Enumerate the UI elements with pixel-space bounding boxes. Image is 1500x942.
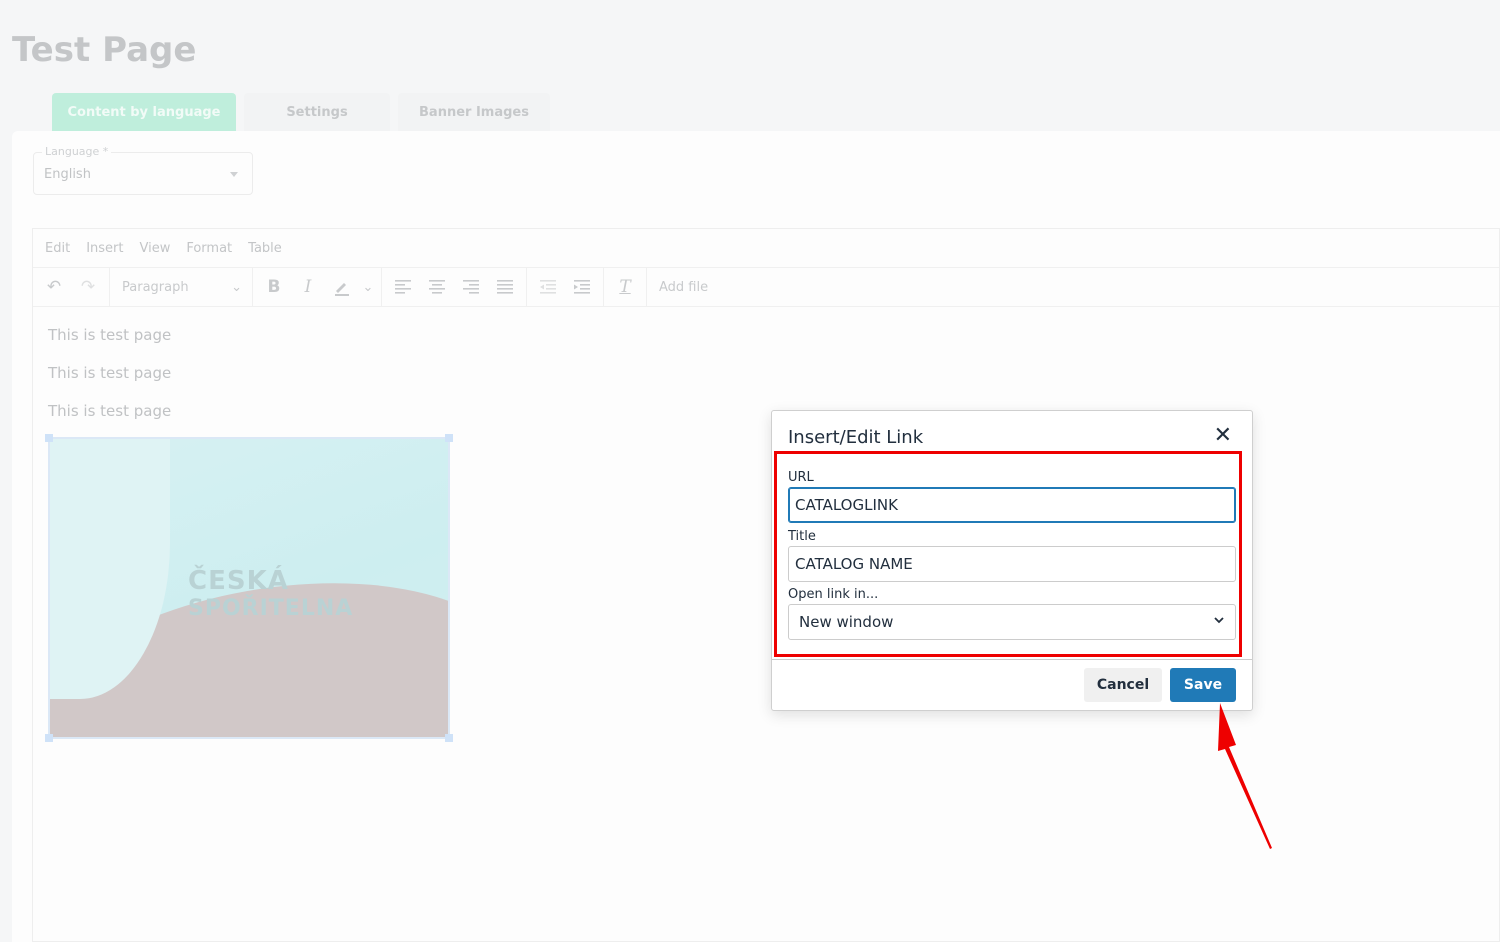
annotation-arrow-icon	[1218, 703, 1272, 849]
tab-content-by-language[interactable]: Content by language	[52, 93, 236, 131]
close-icon[interactable]: ✕	[1214, 425, 1232, 447]
chevron-down-icon: ⌄	[231, 279, 242, 295]
title-label: Title	[788, 529, 816, 544]
clear-formatting-icon[interactable]: T	[610, 273, 640, 301]
menu-format[interactable]: Format	[186, 241, 232, 256]
resize-handle[interactable]	[445, 734, 453, 742]
resize-handle[interactable]	[445, 434, 453, 442]
editor-menubar: Edit Insert View Format Table	[33, 229, 1499, 268]
dialog-title: Insert/Edit Link	[788, 427, 924, 448]
add-file-button[interactable]: Add file	[647, 280, 708, 295]
menu-edit[interactable]: Edit	[45, 241, 70, 256]
menu-table[interactable]: Table	[248, 241, 282, 256]
indent-icon[interactable]	[567, 273, 597, 301]
chevron-down-icon	[1213, 614, 1225, 630]
redo-icon[interactable]: ↷	[73, 273, 103, 301]
url-label: URL	[788, 470, 814, 485]
image-logo-text: ČESKÁ SPOŘITELNA	[188, 566, 354, 621]
url-input[interactable]: CATALOGLINK	[788, 487, 1236, 523]
selected-image[interactable]: ČESKÁ SPOŘITELNA	[45, 434, 453, 742]
open-link-label: Open link in...	[788, 587, 879, 602]
image-content: ČESKÁ SPOŘITELNA	[50, 439, 448, 737]
title-input[interactable]: CATALOG NAME	[788, 546, 1236, 582]
resize-handle[interactable]	[45, 734, 53, 742]
menu-insert[interactable]: Insert	[86, 241, 123, 256]
dialog-divider	[772, 659, 1252, 660]
align-center-icon[interactable]	[422, 273, 452, 301]
block-format-select[interactable]: Paragraph ⌄	[116, 273, 246, 301]
cancel-button[interactable]: Cancel	[1084, 668, 1162, 702]
open-link-value: New window	[799, 613, 894, 631]
editor-content[interactable]: This is test page This is test page This…	[33, 307, 1499, 742]
paragraph: This is test page	[48, 364, 172, 382]
resize-handle[interactable]	[45, 434, 53, 442]
paragraph: This is test page	[48, 402, 172, 420]
open-link-select[interactable]: New window	[788, 604, 1236, 640]
paragraph: This is test page	[48, 326, 172, 344]
tab-bar: Content by language Settings Banner Imag…	[52, 93, 550, 131]
align-justify-icon[interactable]	[490, 273, 520, 301]
outdent-icon[interactable]	[533, 273, 563, 301]
bold-icon[interactable]: B	[259, 273, 289, 301]
tab-settings[interactable]: Settings	[244, 93, 390, 131]
insert-link-dialog: Insert/Edit Link ✕ URL CATALOGLINK Title…	[771, 410, 1253, 711]
page-title: Test Page	[12, 30, 197, 70]
align-left-icon[interactable]	[388, 273, 418, 301]
undo-icon[interactable]: ↶	[39, 273, 69, 301]
tab-banner-images[interactable]: Banner Images	[398, 93, 550, 131]
align-right-icon[interactable]	[456, 273, 486, 301]
block-format-value: Paragraph	[122, 279, 189, 295]
language-select[interactable]: Language * English	[33, 145, 253, 195]
chevron-down-icon[interactable]: ⌄	[361, 273, 375, 301]
highlight-color-icon[interactable]	[327, 273, 357, 301]
caret-down-icon	[230, 172, 238, 177]
italic-icon[interactable]: I	[293, 273, 323, 301]
language-label: Language *	[42, 145, 112, 158]
language-value: English	[44, 167, 91, 182]
menu-view[interactable]: View	[139, 241, 170, 256]
editor-toolbar: ↶ ↷ Paragraph ⌄ B I ⌄ T Add file	[33, 268, 1499, 307]
